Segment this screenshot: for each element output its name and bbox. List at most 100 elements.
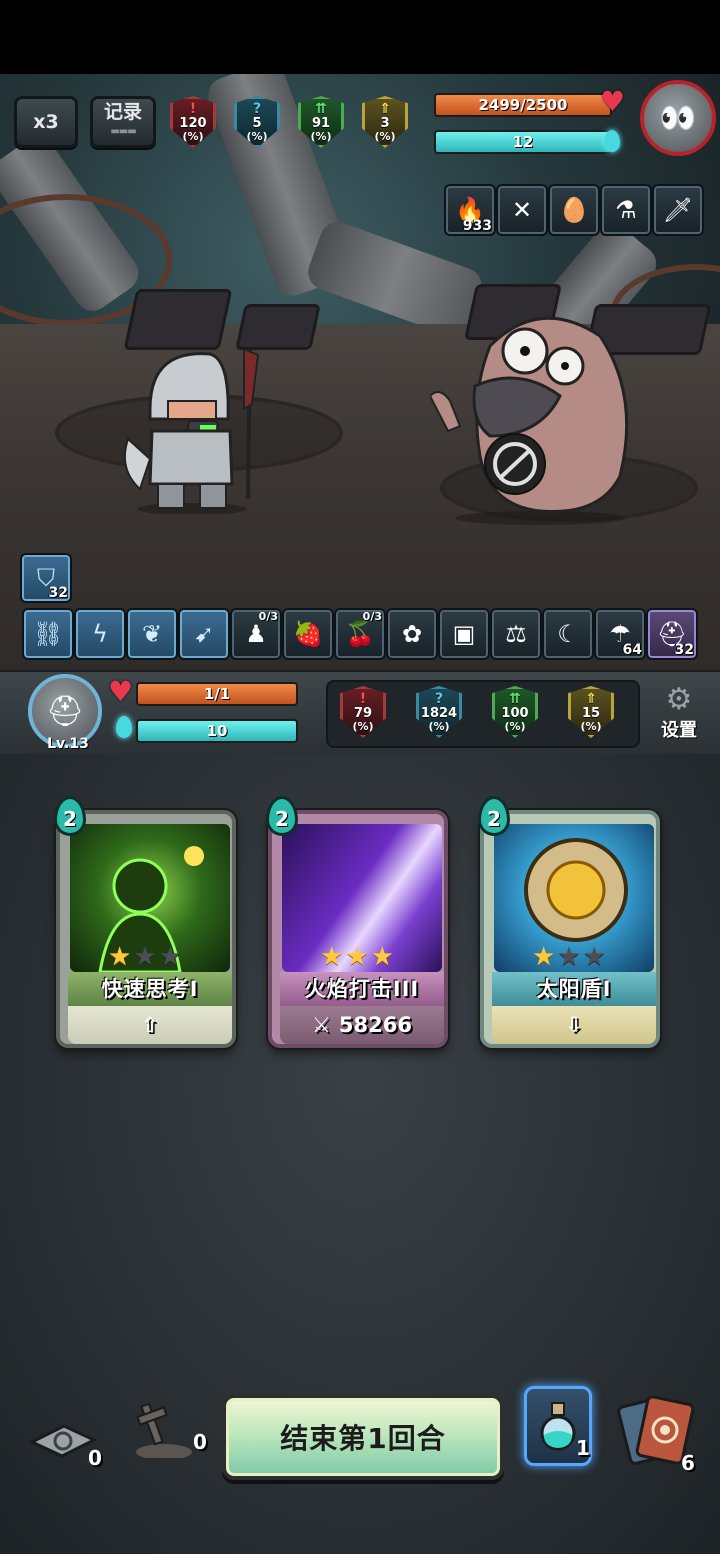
enemy-relic-slot[interactable]: 🗡: [652, 184, 704, 236]
log-bars-icon: ▬▬▬: [110, 126, 136, 137]
card-cost: 2: [54, 796, 86, 836]
card-damage-value: 58266: [338, 1013, 412, 1037]
battle-log-button[interactable]: 记录 ▬▬▬: [90, 96, 156, 148]
card-cost: 2: [266, 796, 298, 836]
enemy-face-icon: 👀: [659, 100, 697, 136]
hero-crit-stat-value: 1824: [420, 705, 458, 721]
star-filled-icon: ★: [320, 942, 346, 972]
enemy-crit-stat-unit: (%): [246, 129, 268, 143]
card-stars: ★★★: [60, 942, 232, 972]
dash-icon: ➹: [193, 620, 215, 648]
card-name: 火焰打击III: [280, 972, 444, 1006]
enemy-relic-slot[interactable]: 🥚: [548, 184, 600, 236]
hero-hp-text: 1/1: [203, 685, 231, 703]
hero-relic-slot[interactable]: ⚖: [490, 608, 542, 660]
hero-relic-slot[interactable]: ⛑ 32: [646, 608, 698, 660]
enemy-relic-slot[interactable]: ✕: [496, 184, 548, 236]
hero-relic-slot[interactable]: ✿: [386, 608, 438, 660]
card-footer: ⇧: [68, 1006, 232, 1044]
hero-skill-slot[interactable]: ⛓: [22, 608, 74, 660]
skill-card[interactable]: ★★★ 太阳盾I ⇩ 2: [478, 796, 660, 1048]
mana-drop-icon: [604, 130, 620, 152]
end-turn-button[interactable]: 结束第1回合: [222, 1394, 504, 1480]
enemy-attack-stat-unit: (%): [182, 129, 204, 143]
enemy-defense-stat-unit: (%): [310, 129, 332, 143]
enemy-relic-count: 933: [462, 218, 492, 234]
card-cost: 2: [478, 796, 510, 836]
star-filled-icon: ★: [345, 942, 371, 972]
hero-skill-slot[interactable]: ➹: [178, 608, 230, 660]
question-icon: ?: [252, 100, 262, 117]
shield-count: 32: [48, 585, 68, 601]
card-stars: ★★★: [484, 942, 656, 972]
lotus-icon: ✿: [401, 620, 423, 648]
card-stars: ★★★: [272, 942, 444, 972]
card-area: ★★★ 快速思考I ⇧ 2 ★★★ 火焰打击III ⚔ 58266 2 ★★★ 太阳盾I ⇩ 2 0 0…: [0, 754, 720, 1554]
hero-skill-slot[interactable]: ϟ: [74, 608, 126, 660]
battle-log-label: 记录: [103, 101, 142, 123]
exclaim-icon: !: [189, 100, 197, 117]
rock: [123, 289, 233, 350]
hero-relic-slot[interactable]: ♟ 0/3: [230, 608, 282, 660]
star-empty-icon: ★: [582, 942, 608, 972]
card-name: 太阳盾I: [492, 972, 656, 1006]
crate-icon: ▣: [452, 620, 476, 648]
hero-face-icon: ⛑: [45, 693, 85, 729]
hero-relic-slot[interactable]: ▣: [438, 608, 490, 660]
heart-icon: ♥: [600, 85, 626, 118]
skill-card[interactable]: ★★★ 火焰打击III ⚔ 58266 2: [266, 796, 448, 1048]
discard-count: 6: [681, 1451, 695, 1475]
hero-relic-slot[interactable]: ☾: [542, 608, 594, 660]
hero-hp-bar: 1/1: [136, 682, 298, 706]
hero-relic-slot[interactable]: ☂ 64: [594, 608, 646, 660]
scales-icon: ⚖: [505, 620, 527, 648]
hero-attack-stat-value: 79: [353, 705, 373, 721]
speed-button[interactable]: x3: [14, 96, 78, 148]
exclaim-icon: !: [359, 690, 367, 707]
hero-speed-stat-unit: (%): [580, 719, 602, 733]
enemy-crit-stat-value: 5: [252, 115, 262, 131]
star-filled-icon: ★: [370, 942, 396, 972]
enemy-hp-text: 2499/2500: [478, 96, 568, 114]
grave-pile-button[interactable]: [130, 1394, 194, 1460]
enemy-character[interactable]: [428, 306, 640, 526]
enemy-relic-slot[interactable]: 🔥 933: [444, 184, 496, 236]
hero-relic-slot[interactable]: 🍓: [282, 608, 334, 660]
hero-relic-slot[interactable]: 🍒 0/3: [334, 608, 386, 660]
enemy-speed-stat-value: 3: [380, 115, 390, 131]
arrow-up-icon: ⇑: [379, 100, 391, 117]
potion-count: 1: [576, 1436, 590, 1460]
berry-icon: 🍒: [345, 620, 375, 648]
star-filled-icon: ★: [532, 942, 558, 972]
hero-mana-bar: 10: [136, 719, 298, 743]
hero-relic-count: 64: [622, 642, 642, 658]
hero-defense-stat-value: 100: [501, 705, 529, 721]
hero-crit-stat-unit: (%): [428, 719, 450, 733]
potion-bottle-icon: [540, 1402, 576, 1451]
sword-icon: 🗡: [662, 196, 694, 224]
question-icon: ?: [434, 690, 444, 707]
rock: [235, 304, 321, 350]
skill-card[interactable]: ★★★ 快速思考I ⇧ 2: [54, 796, 236, 1048]
hero-skill-slot[interactable]: ❦: [126, 608, 178, 660]
settings-button[interactable]: ⚙ 设置: [650, 684, 708, 746]
egg-icon: 🥚: [559, 196, 589, 224]
hero-relic-count: 32: [674, 642, 694, 658]
card-name: 快速思考I: [68, 972, 232, 1006]
sword-swing-icon: ⚔: [312, 1013, 331, 1037]
hero-relic-charge: 0/3: [258, 610, 278, 623]
hero-shield-buff[interactable]: ⛉ 32: [20, 553, 72, 603]
chain-icon: ⛓: [32, 620, 64, 648]
enemy-hp-bar: 2499/2500: [434, 93, 612, 117]
leaf-icon: ❦: [141, 620, 163, 648]
hero-character[interactable]: [120, 347, 270, 515]
heart-icon: ♥: [108, 675, 134, 708]
enemy-relic-slot[interactable]: ⚗: [600, 184, 652, 236]
enemy-attack-stat-value: 120: [179, 115, 207, 131]
enemy-mana-text: 12: [512, 133, 534, 151]
enemy-portrait[interactable]: 👀: [640, 80, 716, 156]
double-arrow-icon: ⇈: [315, 100, 327, 117]
hero-status-bar: ⛑ Lv.13 ♥ 1/1 10 ! 79 (%)? 1824 (%) ⇈ 100 (%) ⇑ 1…: [0, 670, 720, 756]
soldier-icon: ♟: [245, 620, 267, 648]
battle-scene: [0, 74, 720, 670]
